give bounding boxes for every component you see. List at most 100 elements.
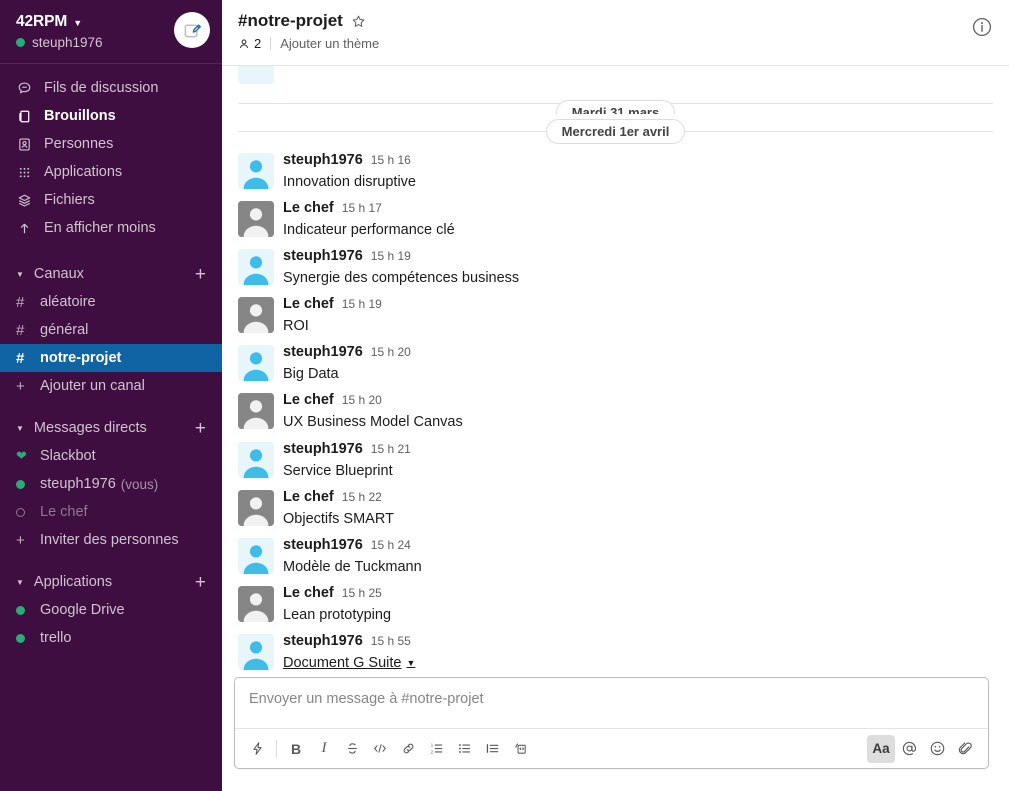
sidebar-app-google-drive[interactable]: Google Drive [0,596,222,624]
message-row[interactable]: steuph1976 15 h 19 Synergie des compétence… [222,244,1009,292]
avatar[interactable] [238,297,274,334]
add-app-icon[interactable]: + [195,573,208,592]
italic-icon[interactable]: I [310,735,338,763]
sidebar-item-label: En afficher moins [44,220,156,236]
message-text[interactable]: Document G Suite ▼ [283,653,415,674]
avatar[interactable] [238,585,274,622]
avatar[interactable] [238,393,274,430]
message-row[interactable]: Le chef 15 h 19 ROI [222,292,1009,340]
message-row[interactable]: Le chef 15 h 17 Indicateur performance clé [222,196,1009,244]
add-topic-button[interactable]: Ajouter un thème [280,36,379,51]
sidebar-channel-general[interactable]: # général [0,316,222,344]
channel-info-button[interactable] [971,11,993,38]
message-author[interactable]: Le chef [283,585,334,602]
message-row[interactable]: steuph1976 15 h 16 Innovation disruptive [222,148,1009,196]
message-timestamp[interactable]: 15 h 19 [371,249,411,263]
message-author[interactable]: steuph1976 [283,344,363,361]
message-timestamp[interactable]: 15 h 20 [371,346,411,359]
sidebar-dm-le-chef[interactable]: Le chef [0,498,222,526]
sidebar-invite-people[interactable]: + Inviter des personnes [0,526,222,554]
formatting-icon[interactable]: Aa [867,734,895,763]
sidebar-app-trello[interactable]: trello [0,624,222,652]
sidebar-dm-slackbot[interactable]: ❤ Slackbot [0,442,222,470]
workspace-name-button[interactable]: 42RPM ▼ [16,13,103,31]
message-composer[interactable]: Envoyer un message à #notre-projet B I 1… [234,677,989,769]
avatar[interactable] [238,201,274,238]
message-author[interactable]: Le chef [283,296,334,313]
add-channel-icon[interactable]: + [195,265,208,284]
member-count-button[interactable]: 2 [238,36,261,51]
code-block-icon[interactable] [506,735,534,763]
message-row[interactable]: steuph1976 15 h 55 Document G Suite ▼ [222,629,1009,677]
message-meta: steuph1976 15 h 55 [283,633,415,650]
avatar[interactable] [238,153,274,189]
workspace-header[interactable]: 42RPM ▼ steuph1976 [0,0,222,64]
message-timestamp[interactable]: 15 h 22 [342,490,382,504]
message-timestamp[interactable]: 15 h 25 [342,586,382,600]
message-row[interactable]: Le chef 15 h 20 UX Business Model Canvas [222,388,1009,436]
current-user[interactable]: steuph1976 [16,35,103,50]
message-timestamp[interactable]: 15 h 16 [371,153,411,167]
message-row[interactable]: steuph1976 15 h 24 Modèle de Tuckmann [222,533,1009,581]
message-author[interactable]: Le chef [283,393,334,409]
channel-title-row[interactable]: #notre-projet [238,11,379,31]
message-timestamp[interactable]: 15 h 24 [371,538,411,552]
link-icon[interactable] [394,735,422,763]
bulleted-list-icon[interactable] [450,735,478,763]
chevron-down-icon: ▼ [406,657,416,668]
message-row[interactable]: steuph1976 15 h 20 Big Data [222,340,1009,388]
shortcuts-icon[interactable] [243,735,271,763]
compose-button[interactable] [174,12,210,48]
sidebar-item-show-less[interactable]: En afficher moins [0,214,222,242]
avatar[interactable] [238,633,274,670]
sidebar-item-people[interactable]: Personnes [0,130,222,158]
sidebar-item-files[interactable]: Fichiers [0,186,222,214]
add-dm-icon[interactable]: + [195,419,208,438]
sidebar-add-channel[interactable]: + Ajouter un canal [0,372,222,400]
avatar[interactable] [238,249,274,286]
sidebar-item-label: Fils de discussion [44,80,159,96]
avatar[interactable] [238,537,274,574]
message-timestamp[interactable]: 15 h 17 [342,201,382,215]
message-row[interactable]: Le chef 15 h 22 Objectifs SMART [222,485,1009,533]
message-row[interactable]: Le chef 15 h 25 Lean prototyping [222,581,1009,629]
bold-icon[interactable]: B [282,735,310,763]
star-outline-icon[interactable] [351,14,366,29]
message-timestamp[interactable]: 15 h 20 [342,394,382,407]
message-author[interactable]: steuph1976 [283,248,363,265]
message-author[interactable]: steuph1976 [283,441,363,458]
message-input[interactable]: Envoyer un message à #notre-projet [235,678,988,728]
sidebar-item-apps[interactable]: Applications [0,158,222,186]
message-author[interactable]: Le chef [283,200,334,217]
sidebar-channel-notre-projet[interactable]: # notre-projet [0,344,222,372]
sidebar-channel-aleatoire[interactable]: # aléatoire [0,288,222,316]
message-author[interactable]: steuph1976 [283,152,363,169]
attachment-icon[interactable] [951,735,979,763]
emoji-icon[interactable] [923,735,951,763]
message-meta: steuph1976 15 h 24 [283,537,422,554]
message-author[interactable]: steuph1976 [283,537,363,554]
message-timestamp[interactable]: 15 h 55 [371,634,411,648]
blockquote-icon[interactable] [478,735,506,763]
channel-subheader: 2 Ajouter un thème [238,36,379,51]
sidebar-dm-steuph1976[interactable]: steuph1976 (vous) [0,470,222,498]
section-header-channels[interactable]: ▼ Canaux + [0,260,222,288]
sidebar-item-drafts[interactable]: Brouillons [0,102,222,130]
avatar[interactable] [238,489,274,526]
avatar[interactable] [238,345,274,382]
section-header-dms[interactable]: ▼ Messages directs + [0,414,222,442]
section-header-applications[interactable]: ▼ Applications + [0,568,222,596]
message-body: steuph1976 15 h 24 Modèle de Tuckmann [283,537,422,578]
avatar-person-icon [238,489,274,526]
ordered-list-icon[interactable]: 12 [422,735,450,763]
mention-icon[interactable] [895,735,923,763]
sidebar-item-threads[interactable]: Fils de discussion [0,74,222,102]
message-timestamp[interactable]: 15 h 21 [371,442,411,456]
message-timestamp[interactable]: 15 h 19 [342,298,382,311]
strikethrough-icon[interactable] [338,735,366,763]
code-icon[interactable] [366,735,394,763]
message-author[interactable]: steuph1976 [283,633,363,650]
message-author[interactable]: Le chef [283,489,334,506]
avatar[interactable] [238,441,274,478]
message-row[interactable]: steuph1976 15 h 21 Service Blueprint [222,437,1009,485]
